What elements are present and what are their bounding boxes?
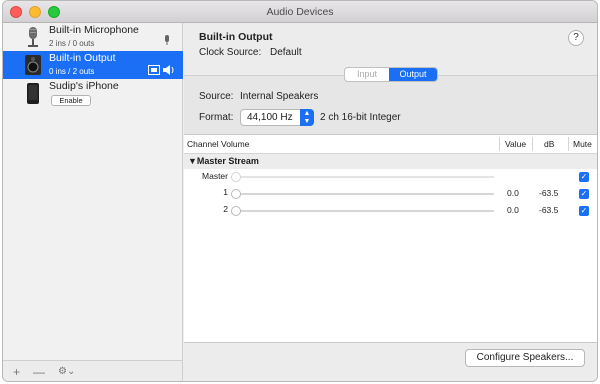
- sidebar-toolbar: + — ⚙︎⌄: [3, 360, 183, 381]
- channel-volume-table: Channel Volume Value dB Mute ▼Master Str…: [184, 134, 597, 342]
- format-label: Format:: [199, 112, 234, 123]
- device-name: Built-in Microphone: [49, 24, 139, 36]
- db-cell: -63.5: [539, 188, 559, 198]
- mute-checkbox[interactable]: ✓: [579, 206, 589, 216]
- volume-slider-knob[interactable]: [231, 206, 241, 216]
- column-header-db[interactable]: dB: [544, 135, 554, 153]
- mute-checkbox[interactable]: ✓: [579, 172, 589, 182]
- device-item-output[interactable]: Built-in Output 0 ins / 2 outs: [3, 51, 183, 79]
- window-title: Audio Devices: [266, 6, 334, 18]
- add-device-button[interactable]: +: [13, 365, 20, 379]
- input-mic-icon: [165, 35, 169, 45]
- device-title: Built-in Output: [199, 31, 273, 43]
- device-detail-pane: Built-in Output Clock Source: Default ? …: [184, 23, 597, 381]
- value-cell: 0.0: [507, 188, 519, 198]
- io-tab-control: Input Output: [344, 67, 438, 82]
- remove-device-button[interactable]: —: [33, 365, 45, 379]
- chevron-updown-icon: ▲ ▼: [300, 109, 314, 126]
- device-name: Sudip's iPhone: [49, 80, 119, 92]
- speaker-icon: [25, 55, 41, 75]
- configure-speakers-button[interactable]: Configure Speakers...: [465, 349, 585, 367]
- value-cell: 0.0: [507, 205, 519, 215]
- volume-icon: [163, 65, 174, 75]
- device-list: Built-in Microphone 2 ins / 0 outs Built…: [3, 23, 183, 360]
- volume-slider-knob[interactable]: [231, 189, 241, 199]
- column-divider: [568, 137, 569, 151]
- system-output-icon: [148, 65, 160, 75]
- mute-checkbox[interactable]: ✓: [579, 189, 589, 199]
- volume-slider-track: [236, 210, 494, 212]
- microphone-icon: [28, 27, 38, 47]
- device-item-microphone[interactable]: Built-in Microphone 2 ins / 0 outs: [3, 23, 183, 51]
- column-divider: [499, 137, 500, 151]
- device-channels: 0 ins / 2 outs: [49, 67, 95, 76]
- clock-source-value[interactable]: Default: [270, 47, 302, 58]
- channel-label: 2: [223, 204, 228, 214]
- device-item-iphone[interactable]: Sudip's iPhone Enable: [3, 79, 183, 111]
- master-stream-group[interactable]: ▼Master Stream: [184, 154, 597, 169]
- iphone-icon: [27, 83, 39, 104]
- column-divider: [532, 137, 533, 151]
- column-header-channel-volume[interactable]: Channel Volume: [187, 135, 249, 153]
- volume-slider-knob[interactable]: [231, 172, 241, 182]
- format-description: 2 ch 16-bit Integer: [320, 112, 401, 123]
- enable-button[interactable]: Enable: [51, 95, 91, 106]
- gear-menu-button[interactable]: ⚙︎⌄: [58, 366, 75, 377]
- device-channels: 2 ins / 0 outs: [49, 39, 95, 48]
- volume-slider-track: [236, 176, 494, 178]
- channel-label: Master: [202, 171, 228, 181]
- clock-source-label: Clock Source:: [199, 47, 262, 58]
- tab-input[interactable]: Input: [345, 68, 389, 81]
- source-label: Source:: [199, 91, 234, 102]
- title-bar: Audio Devices: [3, 1, 597, 23]
- column-header-value[interactable]: Value: [505, 135, 526, 153]
- db-cell: -63.5: [539, 205, 559, 215]
- channel-label: 1: [223, 187, 228, 197]
- column-header-mute[interactable]: Mute: [573, 135, 592, 153]
- device-name: Built-in Output: [49, 52, 116, 64]
- audio-devices-window: Audio Devices Built-in Microphone 2 ins …: [2, 0, 598, 382]
- volume-slider-track: [236, 193, 494, 195]
- help-button[interactable]: ?: [568, 30, 584, 46]
- source-value: Internal Speakers: [240, 91, 319, 102]
- format-select-value: 44,100 Hz: [247, 112, 293, 123]
- format-select[interactable]: 44,100 Hz ▲ ▼: [240, 109, 314, 126]
- tab-output[interactable]: Output: [389, 68, 437, 81]
